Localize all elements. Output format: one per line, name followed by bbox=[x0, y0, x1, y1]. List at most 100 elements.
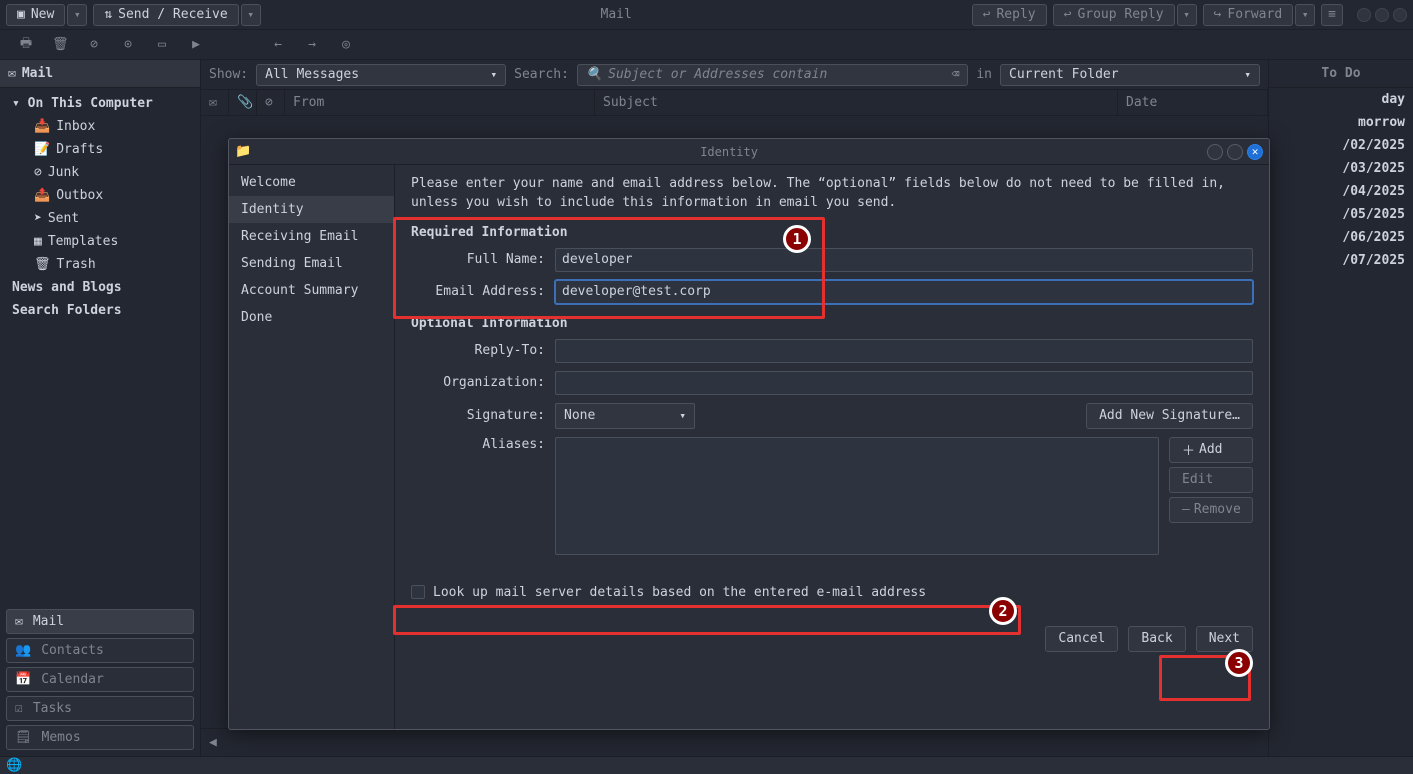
switcher-memos[interactable]: 🗒Memos bbox=[6, 725, 194, 750]
send-receive-button[interactable]: ⇅ Send / Receive bbox=[93, 4, 238, 26]
switcher-calendar[interactable]: 📅Calendar bbox=[6, 667, 194, 692]
row-full-name: Full Name: developer bbox=[411, 248, 1253, 272]
print-icon[interactable]: 🖶 bbox=[18, 34, 34, 56]
tree-search-folders[interactable]: Search Folders bbox=[0, 299, 200, 322]
todo-item[interactable]: /03/2025 bbox=[1269, 157, 1413, 180]
todo-item[interactable]: /07/2025 bbox=[1269, 249, 1413, 272]
input-reply-to[interactable] bbox=[555, 339, 1253, 363]
col-from[interactable]: From bbox=[285, 90, 595, 115]
dialog-close[interactable]: ✕ bbox=[1247, 144, 1263, 160]
show-selector[interactable]: All Messages ▾ bbox=[256, 64, 506, 86]
stop-icon[interactable]: ◎ bbox=[338, 37, 354, 52]
nav-summary[interactable]: Account Summary bbox=[229, 277, 394, 304]
nav-receiving[interactable]: Receiving Email bbox=[229, 223, 394, 250]
group-reply-dropdown[interactable]: ▾ bbox=[1177, 4, 1197, 26]
group-reply-button[interactable]: ↩ Group Reply bbox=[1053, 4, 1175, 26]
not-junk-icon[interactable]: ⊙ bbox=[120, 37, 136, 52]
clear-search-icon[interactable]: ⌫ bbox=[952, 67, 960, 82]
switcher-contacts[interactable]: 👥Contacts bbox=[6, 638, 194, 663]
forward-icon: ↪ bbox=[1214, 7, 1222, 22]
move-icon[interactable]: ▶ bbox=[188, 37, 204, 52]
col-subject[interactable]: Subject bbox=[595, 90, 1118, 115]
tree-on-this-computer[interactable]: ▾ On This Computer bbox=[0, 92, 200, 115]
scope-selector[interactable]: Current Folder ▾ bbox=[1000, 64, 1260, 86]
status-bar: 🌐 bbox=[0, 756, 1413, 774]
folder-sent[interactable]: ➤Sent bbox=[0, 207, 200, 230]
folder-trash[interactable]: 🗑Trash bbox=[0, 253, 200, 276]
todo-item[interactable]: day bbox=[1269, 88, 1413, 111]
aliases-list[interactable] bbox=[555, 437, 1159, 555]
minus-icon: — bbox=[1182, 502, 1190, 517]
col-attachment-icon[interactable]: 📎 bbox=[229, 90, 257, 115]
send-receive-dropdown[interactable]: ▾ bbox=[241, 4, 261, 26]
select-signature[interactable]: None ▾ bbox=[555, 403, 695, 429]
forward-button[interactable]: ↪ Forward bbox=[1203, 4, 1294, 26]
nav-done[interactable]: Done bbox=[229, 304, 394, 331]
new-dropdown[interactable]: ▾ bbox=[67, 4, 87, 26]
todo-item[interactable]: morrow bbox=[1269, 111, 1413, 134]
menu-button[interactable]: ≡ bbox=[1321, 4, 1343, 26]
nav-identity[interactable]: Identity bbox=[229, 196, 394, 223]
todo-item[interactable]: /05/2025 bbox=[1269, 203, 1413, 226]
folder-inbox[interactable]: 📥Inbox bbox=[0, 115, 200, 138]
dialog-window-controls: ✕ bbox=[1207, 144, 1263, 160]
folder-outbox[interactable]: 📤Outbox bbox=[0, 184, 200, 207]
lookup-row: Look up mail server details based on the… bbox=[411, 585, 1253, 600]
window-close[interactable] bbox=[1393, 8, 1407, 22]
todo-item[interactable]: /04/2025 bbox=[1269, 180, 1413, 203]
forward-nav-icon[interactable]: → bbox=[304, 37, 320, 52]
search-input[interactable]: 🔍 Subject or Addresses contain ⌫ bbox=[577, 64, 968, 86]
folder-icon: 📁 bbox=[235, 144, 251, 159]
alias-remove-button[interactable]: —Remove bbox=[1169, 497, 1253, 523]
dialog-maximize[interactable] bbox=[1227, 144, 1243, 160]
show-label: Show: bbox=[209, 67, 248, 82]
cancel-button[interactable]: Cancel bbox=[1045, 626, 1118, 652]
lookup-checkbox[interactable] bbox=[411, 585, 425, 599]
back-button[interactable]: Back bbox=[1128, 626, 1185, 652]
todo-item[interactable]: /02/2025 bbox=[1269, 134, 1413, 157]
reply-button[interactable]: ↩ Reply bbox=[972, 4, 1047, 26]
network-icon[interactable]: 🌐 bbox=[6, 758, 22, 773]
window-maximize[interactable] bbox=[1375, 8, 1389, 22]
plus-icon: ＋ bbox=[1182, 440, 1195, 459]
new-button[interactable]: ▣ New bbox=[6, 4, 65, 26]
todo-item[interactable]: /06/2025 bbox=[1269, 226, 1413, 249]
preview-toggle[interactable]: ◀ bbox=[201, 728, 1268, 756]
col-flag-icon[interactable]: ⊘ bbox=[257, 90, 285, 115]
col-status-icon[interactable]: ✉ bbox=[201, 90, 229, 115]
forward-dropdown[interactable]: ▾ bbox=[1295, 4, 1315, 26]
switcher-mail[interactable]: ✉Mail bbox=[6, 609, 194, 634]
mail-switch-icon: ✉ bbox=[15, 614, 23, 629]
window-title: Mail bbox=[267, 7, 966, 22]
input-email[interactable]: developer@test.corp bbox=[555, 280, 1253, 304]
window-controls bbox=[1357, 8, 1407, 22]
junk-folder-icon: ⊘ bbox=[34, 165, 42, 180]
tree-news[interactable]: News and Blogs bbox=[0, 276, 200, 299]
col-date[interactable]: Date bbox=[1118, 90, 1268, 115]
input-full-name[interactable]: developer bbox=[555, 248, 1253, 272]
nav-sending[interactable]: Sending Email bbox=[229, 250, 394, 277]
calendar-icon: 📅 bbox=[15, 672, 31, 687]
junk-icon[interactable]: ⊘ bbox=[86, 37, 102, 52]
folder-drafts[interactable]: 📝Drafts bbox=[0, 138, 200, 161]
archive-icon[interactable]: ▭ bbox=[154, 37, 170, 52]
folder-templates[interactable]: ▦Templates bbox=[0, 230, 200, 253]
dialog-minimize[interactable] bbox=[1207, 144, 1223, 160]
optional-section-title: Optional Information bbox=[411, 316, 1253, 331]
input-organization[interactable] bbox=[555, 371, 1253, 395]
switcher-tasks[interactable]: ☑Tasks bbox=[6, 696, 194, 721]
folder-junk[interactable]: ⊘Junk bbox=[0, 161, 200, 184]
alias-buttons: ＋Add Edit —Remove bbox=[1169, 437, 1253, 523]
sidebar-title: Mail bbox=[22, 66, 53, 81]
alias-add-button[interactable]: ＋Add bbox=[1169, 437, 1253, 463]
next-button[interactable]: Next bbox=[1196, 626, 1253, 652]
window-minimize[interactable] bbox=[1357, 8, 1371, 22]
todo-panel: To Do day morrow /02/2025 /03/2025 /04/2… bbox=[1268, 60, 1413, 756]
nav-welcome[interactable]: Welcome bbox=[229, 169, 394, 196]
add-signature-button[interactable]: Add New Signature… bbox=[1086, 403, 1253, 429]
alias-edit-button[interactable]: Edit bbox=[1169, 467, 1253, 493]
chevron-down-icon: ▾ bbox=[679, 409, 686, 422]
sync-icon: ⇅ bbox=[104, 7, 112, 22]
trash-icon[interactable]: 🗑 bbox=[52, 37, 68, 52]
back-icon[interactable]: ← bbox=[270, 37, 286, 52]
